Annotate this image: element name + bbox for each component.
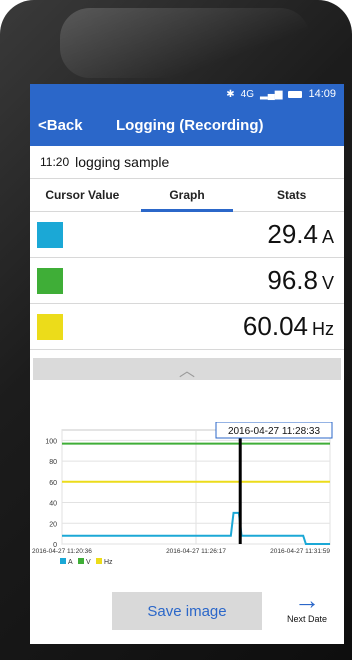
legend-label-v: V [86,559,91,566]
bluetooth-icon: ✱ [226,88,235,100]
current-reading: 29.4 A [63,219,344,250]
frequency-value: 60.04 [242,311,308,341]
frequency-reading: 60.04 Hz [63,311,344,342]
voltage-value: 96.8 [267,265,318,295]
app-bar: <Back Logging (Recording) [30,104,344,146]
tab-graph[interactable]: Graph [135,179,240,212]
legend-label-hz: Hz [104,559,113,566]
record-title-field[interactable]: 11:20 logging sample [30,146,344,179]
page-title: Logging (Recording) [116,116,264,134]
graph-collapse-handle[interactable]: ︿ [33,358,341,380]
value-row-current: 29.4 A [30,212,344,258]
next-date-button[interactable]: → Next Date [276,586,338,638]
current-value: 29.4 [267,219,318,249]
y-tick-label: 20 [49,521,57,528]
arrow-right-icon: → [294,585,320,615]
x-tick-label: 2016-04-27 11:26:17 [166,548,226,555]
frequency-unit: Hz [312,319,334,339]
voltage-unit: V [321,273,334,293]
x-tick-label: 2016-04-27 11:31:59 [270,548,330,555]
value-row-frequency: 60.04 Hz [30,304,344,350]
record-time: 11:20 [40,155,70,169]
battery-icon [288,90,303,98]
chevron-up-icon: ︿ [178,363,195,380]
trend-graph[interactable]: 0204060801002016-04-27 11:28:332016-04-2… [30,422,344,570]
legend-swatch-hz [96,558,102,564]
legend-label-a: A [68,559,73,566]
tab-cursor-value[interactable]: Cursor Value [30,179,135,211]
app-screen: ✱ 4G ▂▄▆ 14:09 <Back Logging (Recording)… [30,84,344,644]
current-unit: A [321,227,334,247]
tab-stats[interactable]: Stats [239,179,344,211]
back-button[interactable]: <Back [30,117,102,134]
voltage-reading: 96.8 V [63,265,344,296]
voltage-color-swatch [37,267,63,294]
phone-frame: ✱ 4G ▂▄▆ 14:09 <Back Logging (Recording)… [0,0,352,660]
y-tick-label: 100 [45,438,57,445]
status-bar: ✱ 4G ▂▄▆ 14:09 [30,84,344,104]
y-tick-label: 80 [49,459,57,466]
next-date-label: Next Date [286,614,328,624]
frequency-color-swatch [37,313,63,340]
y-tick-label: 40 [49,501,57,508]
signal-icon: ▂▄▆ [260,88,283,100]
bottom-toolbar: Save image → Next Date [30,578,344,644]
status-time: 14:09 [308,88,336,100]
legend-swatch-a [60,558,66,564]
value-row-voltage: 96.8 V [30,258,344,304]
x-tick-label: 2016-04-27 11:20:36 [32,548,92,555]
tab-bar: Cursor Value Graph Stats [30,179,344,212]
legend-swatch-v [78,558,84,564]
bezel-reflection [60,8,310,78]
save-image-button[interactable]: Save image [112,592,262,630]
y-tick-label: 60 [49,480,57,487]
network-badge: 4G [240,88,254,100]
current-color-swatch [37,221,63,248]
cursor-label: 2016-04-27 11:28:33 [228,426,321,437]
record-name: logging sample [75,154,170,170]
